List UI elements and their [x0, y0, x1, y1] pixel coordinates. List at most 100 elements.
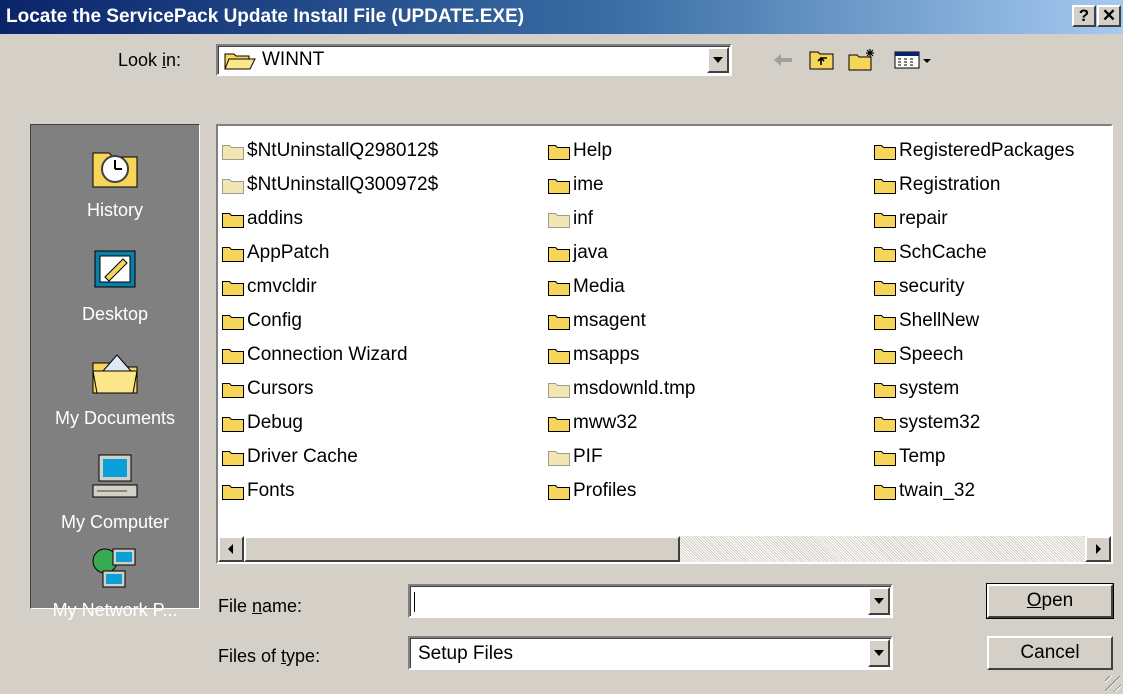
place-history[interactable]: History	[31, 139, 199, 221]
folder-icon	[548, 245, 570, 262]
scroll-left-button[interactable]	[218, 536, 244, 562]
list-item[interactable]: AppPatch	[222, 236, 438, 270]
list-item[interactable]: Media	[548, 270, 696, 304]
file-name-text: msdownld.tmp	[573, 378, 696, 399]
folder-icon	[548, 313, 570, 330]
file-name-text: msapps	[573, 344, 640, 365]
folder-icon	[874, 279, 896, 296]
cancel-button[interactable]: Cancel	[987, 636, 1113, 670]
scroll-thumb[interactable]	[244, 536, 680, 562]
file-name-dropdown-button[interactable]	[868, 587, 890, 615]
list-item[interactable]: Profiles	[548, 474, 696, 508]
list-item[interactable]: SchCache	[874, 236, 1074, 270]
back-arrow-icon[interactable]	[770, 44, 798, 76]
folder-icon	[874, 449, 896, 466]
folder-icon	[874, 313, 896, 330]
place-my-documents[interactable]: My Documents	[31, 347, 199, 429]
list-item[interactable]: system	[874, 372, 1074, 406]
place-my-computer[interactable]: My Computer	[31, 451, 199, 533]
hidden-folder-icon	[548, 211, 570, 228]
hidden-folder-icon	[548, 449, 570, 466]
folder-icon	[222, 279, 244, 296]
list-item[interactable]: $NtUninstallQ300972$	[222, 168, 438, 202]
horizontal-scrollbar[interactable]	[218, 536, 1111, 562]
new-folder-icon[interactable]	[846, 44, 880, 76]
list-item[interactable]: Config	[222, 304, 438, 338]
list-item[interactable]: security	[874, 270, 1074, 304]
file-name-text: ShellNew	[899, 310, 980, 331]
folder-icon	[874, 483, 896, 500]
help-button[interactable]: ?	[1072, 5, 1096, 27]
list-item[interactable]: repair	[874, 202, 1074, 236]
folder-icon	[874, 347, 896, 364]
file-name-text: security	[899, 276, 965, 297]
file-name-text: Config	[247, 310, 302, 331]
look-in-label: Look in:	[118, 50, 182, 70]
file-type-value: Setup Files	[418, 643, 514, 664]
list-item[interactable]: Cursors	[222, 372, 438, 406]
list-item[interactable]: addins	[222, 202, 438, 236]
list-item[interactable]: msdownld.tmp	[548, 372, 696, 406]
folder-icon	[222, 381, 244, 398]
list-item[interactable]: Registration	[874, 168, 1074, 202]
list-item[interactable]: Debug	[222, 406, 438, 440]
file-name-text: Driver Cache	[247, 446, 358, 467]
resize-grip[interactable]	[1105, 676, 1121, 692]
file-type-dropdown-button[interactable]	[868, 639, 890, 667]
window-title: Locate the ServicePack Update Install Fi…	[6, 6, 525, 27]
list-item[interactable]: Fonts	[222, 474, 438, 508]
list-item[interactable]: Driver Cache	[222, 440, 438, 474]
file-type-select[interactable]: Setup Files	[408, 636, 893, 670]
file-name-text: Media	[573, 276, 625, 297]
file-name-text: Speech	[899, 344, 964, 365]
file-name-text: system	[899, 378, 960, 399]
list-item[interactable]: inf	[548, 202, 696, 236]
my-network-places-icon	[31, 545, 199, 596]
list-item[interactable]: mww32	[548, 406, 696, 440]
list-item[interactable]: java	[548, 236, 696, 270]
open-button[interactable]: Open	[986, 583, 1114, 619]
list-item[interactable]: ShellNew	[874, 304, 1074, 338]
list-item[interactable]: Help	[548, 134, 696, 168]
file-list[interactable]: $NtUninstallQ298012$ $NtUninstallQ300972$…	[216, 124, 1113, 564]
list-item[interactable]: Connection Wizard	[222, 338, 438, 372]
file-name-text: inf	[573, 208, 594, 229]
folder-icon	[222, 245, 244, 262]
list-item[interactable]: cmvcldir	[222, 270, 438, 304]
list-item[interactable]: msagent	[548, 304, 696, 338]
folder-icon	[874, 177, 896, 194]
list-item[interactable]: Speech	[874, 338, 1074, 372]
folder-icon	[222, 211, 244, 228]
close-button[interactable]: ✕	[1097, 5, 1121, 27]
list-item[interactable]: ime	[548, 168, 696, 202]
file-name-text: addins	[247, 208, 303, 229]
list-item[interactable]: msapps	[548, 338, 696, 372]
look-in-dropdown-button[interactable]	[707, 47, 729, 73]
file-name-text: Cursors	[247, 378, 314, 399]
up-one-level-icon[interactable]	[806, 44, 838, 76]
view-menu-icon[interactable]	[892, 44, 936, 76]
list-item[interactable]: twain_32	[874, 474, 1074, 508]
file-name-text: RegisteredPackages	[899, 140, 1075, 161]
places-bar: History Desktop My Documents My Computer…	[30, 124, 200, 620]
file-name-text: Profiles	[573, 480, 637, 501]
folder-icon	[548, 415, 570, 432]
folder-icon	[222, 449, 244, 466]
place-desktop[interactable]: Desktop	[31, 243, 199, 325]
list-item[interactable]: Temp	[874, 440, 1074, 474]
file-name-text: Registration	[899, 174, 1001, 195]
scroll-right-button[interactable]	[1085, 536, 1111, 562]
file-name-text: twain_32	[899, 480, 976, 501]
history-icon	[31, 139, 199, 196]
folder-icon	[222, 347, 244, 364]
folder-icon	[874, 245, 896, 262]
look-in-combo[interactable]: WINNT	[216, 44, 732, 76]
file-name-text: system32	[899, 412, 981, 433]
list-item[interactable]: PIF	[548, 440, 696, 474]
list-item[interactable]: RegisteredPackages	[874, 134, 1074, 168]
place-my-network-places[interactable]: My Network P...	[31, 545, 199, 621]
list-item[interactable]: $NtUninstallQ298012$	[222, 134, 438, 168]
file-name-input[interactable]	[408, 584, 893, 618]
list-item[interactable]: system32	[874, 406, 1074, 440]
my-computer-icon	[31, 451, 199, 508]
